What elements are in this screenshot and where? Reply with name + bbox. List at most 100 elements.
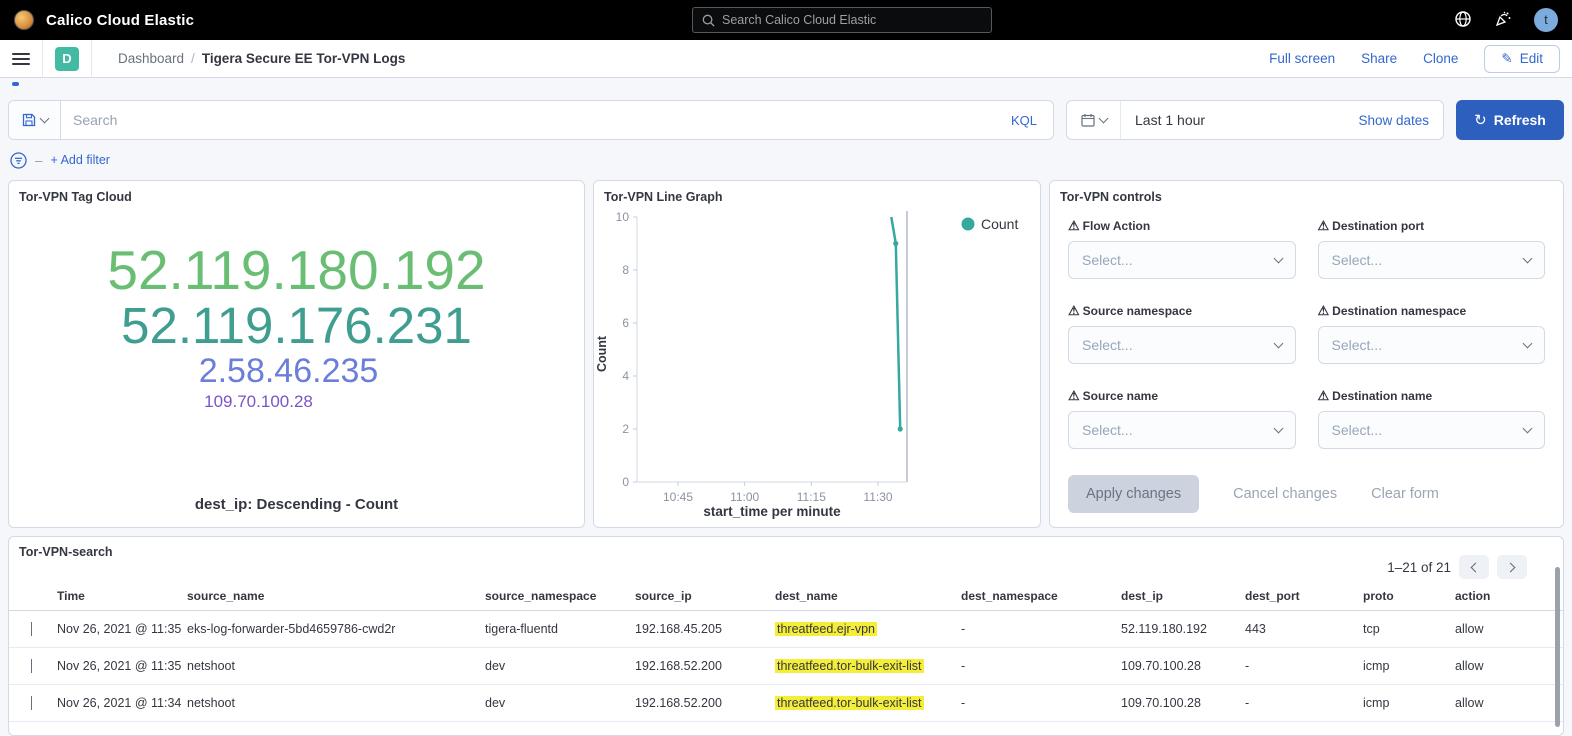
cloud-globe-icon[interactable] <box>1454 10 1472 31</box>
refresh-icon: ↻ <box>1474 111 1487 129</box>
tag-cloud: 52.119.180.192 52.119.176.231 2.58.46.23… <box>9 241 584 411</box>
chevron-down-icon <box>1273 254 1283 264</box>
chevron-down-icon <box>1523 339 1533 349</box>
page-title: Tigera Secure EE Tor-VPN Logs <box>202 51 406 66</box>
table-header-row: Time source_name source_namespace source… <box>9 581 1563 611</box>
apply-changes-button[interactable]: Apply changes <box>1068 475 1199 513</box>
control-field-destination-port: ⚠Destination port Select... <box>1318 218 1546 279</box>
cell-source-ip: 192.168.52.200 <box>629 696 769 710</box>
tag-cloud-term[interactable]: 52.119.180.192 <box>107 241 485 299</box>
kql-search-input[interactable]: Search KQL <box>61 101 1053 139</box>
clear-form-button[interactable]: Clear form <box>1371 486 1439 502</box>
date-quick-menu-button[interactable] <box>1067 101 1121 139</box>
previous-page-button[interactable] <box>1459 555 1489 579</box>
line-graph-svg[interactable]: 024681010:4511:0011:1511:30CountCountsta… <box>594 204 1040 523</box>
column-header-action[interactable]: action <box>1449 589 1555 603</box>
tag-cloud-panel: Tor-VPN Tag Cloud 52.119.180.192 52.119.… <box>8 180 585 528</box>
cell-proto: icmp <box>1357 659 1449 673</box>
dashboard-badge[interactable]: D <box>55 47 79 71</box>
newsfeed-icon[interactable] <box>1494 10 1512 31</box>
share-button[interactable]: Share <box>1361 51 1397 66</box>
cell-dest-namespace: - <box>955 659 1115 673</box>
cell-source-name: netshoot <box>181 659 479 673</box>
user-avatar[interactable]: t <box>1534 8 1558 32</box>
divider <box>42 40 43 78</box>
cell-time: Nov 26, 2021 @ 11:35:04.000 <box>51 659 181 673</box>
cell-source-name: eks-log-forwarder-5bd4659786-cwd2r <box>181 622 479 636</box>
divider <box>91 40 92 78</box>
column-header-source-name[interactable]: source_name <box>181 589 479 603</box>
cell-dest-ip: 109.70.100.28 <box>1115 659 1239 673</box>
menu-hamburger-icon[interactable] <box>12 53 30 65</box>
chevron-down-icon <box>1098 114 1108 124</box>
warning-icon: ⚠ <box>1318 218 1330 234</box>
saved-query-menu-button[interactable] <box>9 101 61 139</box>
cell-proto: tcp <box>1357 622 1449 636</box>
source-name-select[interactable]: Select... <box>1068 411 1296 449</box>
show-dates-button[interactable]: Show dates <box>1344 113 1443 128</box>
cell-dest-port: - <box>1239 659 1357 673</box>
control-field-flow-action: ⚠Flow Action Select... <box>1068 218 1296 279</box>
cancel-changes-button[interactable]: Cancel changes <box>1233 486 1337 502</box>
controls-form: ⚠Flow Action Select... ⚠Destination port… <box>1050 204 1563 449</box>
calico-logo-icon[interactable] <box>14 10 34 30</box>
next-page-button[interactable] <box>1497 555 1527 579</box>
add-filter-button[interactable]: + Add filter <box>51 153 110 167</box>
vertical-scrollbar[interactable] <box>1555 567 1560 727</box>
expand-row-icon[interactable] <box>31 696 32 710</box>
filter-icon[interactable] <box>10 152 27 169</box>
column-header-dest-port[interactable]: dest_port <box>1239 589 1357 603</box>
table-row: Nov 26, 2021 @ 11:35:04.000 eks-log-forw… <box>9 611 1563 648</box>
cell-source-ip: 192.168.45.205 <box>629 622 769 636</box>
tag-cloud-term[interactable]: 109.70.100.28 <box>204 393 313 411</box>
global-header: Calico Cloud Elastic Search Calico Cloud… <box>0 0 1572 40</box>
source-namespace-select[interactable]: Select... <box>1068 326 1296 364</box>
destination-name-select[interactable]: Select... <box>1318 411 1546 449</box>
cell-time: Nov 26, 2021 @ 11:35:04.000 <box>51 622 181 636</box>
table-body: Nov 26, 2021 @ 11:35:04.000 eks-log-forw… <box>9 611 1563 722</box>
cell-dest-port: - <box>1239 696 1357 710</box>
tag-cloud-term[interactable]: 52.119.176.231 <box>121 299 472 353</box>
column-header-source-ip[interactable]: source_ip <box>629 589 769 603</box>
refresh-button[interactable]: ↻ Refresh <box>1456 100 1564 140</box>
column-header-time[interactable]: Time <box>51 589 181 603</box>
cell-dest-name: threatfeed.tor-bulk-exit-list <box>769 659 955 673</box>
column-header-source-namespace[interactable]: source_namespace <box>479 589 629 603</box>
filter-dash: – <box>35 153 43 168</box>
chevron-down-icon <box>39 114 49 124</box>
app-title: Calico Cloud Elastic <box>46 12 194 29</box>
edit-button[interactable]: ✎Edit <box>1484 45 1560 73</box>
global-search-input[interactable]: Search Calico Cloud Elastic <box>692 7 992 33</box>
kibana-dashboard-app: Calico Cloud Elastic Search Calico Cloud… <box>0 0 1572 710</box>
destination-port-select[interactable]: Select... <box>1318 241 1546 279</box>
breadcrumb-dashboard[interactable]: Dashboard <box>118 51 184 66</box>
flow-action-select[interactable]: Select... <box>1068 241 1296 279</box>
svg-text:2: 2 <box>622 422 629 436</box>
full-screen-button[interactable]: Full screen <box>1269 51 1335 66</box>
column-header-dest-name[interactable]: dest_name <box>769 589 955 603</box>
tag-cloud-term[interactable]: 2.58.46.235 <box>199 353 379 389</box>
time-range-value[interactable]: Last 1 hour <box>1121 112 1344 128</box>
kql-language-button[interactable]: KQL <box>1007 113 1041 128</box>
column-header-proto[interactable]: proto <box>1357 589 1449 603</box>
search-group: Search KQL <box>8 100 1054 140</box>
tag-cloud-caption: dest_ip: Descending - Count <box>9 496 584 513</box>
cell-dest-name: threatfeed.ejr-vpn <box>769 622 955 636</box>
pagination-label: 1–21 of 21 <box>1387 560 1451 575</box>
cell-dest-name: threatfeed.tor-bulk-exit-list <box>769 696 955 710</box>
clone-button[interactable]: Clone <box>1423 51 1458 66</box>
svg-text:11:15: 11:15 <box>797 490 826 504</box>
svg-text:11:30: 11:30 <box>863 490 892 504</box>
column-header-dest-namespace[interactable]: dest_namespace <box>955 589 1115 603</box>
expand-row-icon[interactable] <box>31 622 32 636</box>
expand-row-icon[interactable] <box>31 659 32 673</box>
control-field-source-name: ⚠Source name Select... <box>1068 388 1296 449</box>
breadcrumb: Dashboard / Tigera Secure EE Tor-VPN Log… <box>118 51 405 66</box>
destination-namespace-select[interactable]: Select... <box>1318 326 1546 364</box>
column-header-dest-ip[interactable]: dest_ip <box>1115 589 1239 603</box>
panel-title: Tor-VPN controls <box>1050 181 1563 204</box>
chevron-down-icon <box>1523 254 1533 264</box>
chevron-down-icon <box>1273 424 1283 434</box>
svg-text:Count: Count <box>981 216 1018 232</box>
highlighted-threatfeed: threatfeed.tor-bulk-exit-list <box>775 696 924 710</box>
